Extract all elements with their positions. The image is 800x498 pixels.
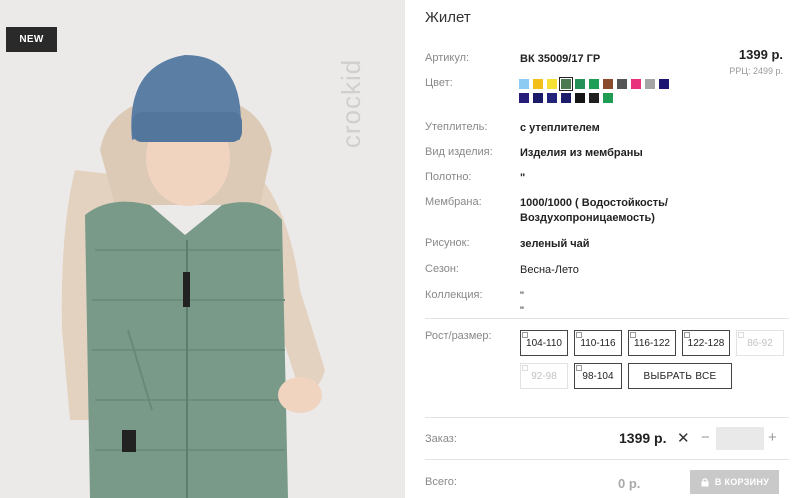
color-swatch[interactable] — [631, 79, 641, 89]
attribute-value: Изделия из мембраны — [520, 147, 643, 159]
order-label: Заказ: — [425, 433, 457, 445]
brand-name: crockid — [336, 58, 367, 149]
color-swatch[interactable] — [645, 79, 655, 89]
color-swatch[interactable] — [547, 79, 557, 89]
checkbox-icon — [684, 332, 690, 338]
product-title: Жилет — [425, 9, 471, 26]
color-swatch[interactable] — [603, 79, 613, 89]
attribute-value: " — [520, 290, 524, 302]
article-value: ВК 35009/17 ГР — [520, 53, 601, 65]
attribute-label: Мембрана: — [425, 196, 482, 208]
color-swatch[interactable] — [559, 77, 573, 91]
attribute-value-line2: " — [520, 305, 524, 317]
attribute-value: зеленый чай — [520, 238, 590, 250]
attribute-label: Утеплитель: — [425, 121, 488, 133]
size-option[interactable]: 104-110 — [520, 330, 568, 356]
color-swatch[interactable] — [519, 93, 529, 103]
size-label-text: 110-116 — [580, 337, 616, 349]
brand-logo: crockid — [335, 40, 395, 170]
product-price: 1399 р. — [738, 47, 783, 62]
total-label: Всего: — [425, 476, 457, 488]
product-photo: NEW crockid — [0, 0, 405, 498]
color-label: Цвет: — [425, 77, 453, 89]
attribute-value-line2: Воздухопроницаемость) — [520, 212, 655, 224]
attribute-value: Весна-Лето — [520, 264, 579, 276]
color-swatch[interactable] — [519, 79, 529, 89]
remove-icon[interactable]: ✕ — [677, 429, 690, 447]
select-all-button[interactable]: ВЫБРАТЬ ВСЕ — [628, 363, 732, 389]
size-label-text: 92-98 — [531, 370, 557, 382]
size-label-text: 122-128 — [687, 337, 725, 349]
size-label: Рост/размер: — [425, 330, 492, 342]
add-to-cart-label: В КОРЗИНУ — [714, 477, 770, 487]
rrp-price: РРЦ: 2499 р. — [729, 66, 783, 76]
color-swatch[interactable] — [547, 93, 557, 103]
lock-icon — [701, 478, 709, 487]
divider — [425, 318, 789, 319]
size-label-text: 104-110 — [526, 337, 562, 349]
color-swatch[interactable] — [575, 93, 585, 103]
color-swatches — [519, 77, 669, 103]
checkbox-icon — [576, 332, 582, 338]
attribute-label: Сезон: — [425, 263, 459, 275]
attribute-label: Полотно: — [425, 171, 472, 183]
attribute-value: с утеплителем — [520, 122, 600, 134]
total-value: 0 р. — [618, 476, 641, 491]
divider — [425, 459, 789, 460]
color-swatch[interactable] — [533, 93, 543, 103]
size-option[interactable]: 116-122 — [628, 330, 676, 356]
checkbox-icon — [522, 332, 528, 338]
color-swatch[interactable] — [617, 79, 627, 89]
size-option[interactable]: 110-116 — [574, 330, 622, 356]
color-swatch[interactable] — [575, 79, 585, 89]
attribute-label: Коллекция: — [425, 289, 483, 301]
color-swatch[interactable] — [589, 79, 599, 89]
decrement-button[interactable]: − — [701, 429, 710, 446]
size-option: 92-98 — [520, 363, 568, 389]
attribute-label: Вид изделия: — [425, 146, 493, 158]
attribute-value: 1000/1000 ( Водостойкость/ — [520, 197, 668, 209]
color-swatch[interactable] — [603, 93, 613, 103]
order-price: 1399 р. — [619, 430, 667, 446]
divider — [425, 417, 789, 418]
color-swatch[interactable] — [589, 93, 599, 103]
checkbox-icon — [630, 332, 636, 338]
checkbox-icon — [576, 365, 582, 371]
increment-button[interactable]: + — [768, 429, 777, 446]
quantity-input[interactable] — [716, 427, 764, 450]
size-option[interactable]: 122-128 — [682, 330, 730, 356]
article-label: Артикул: — [425, 52, 470, 64]
size-option: 86-92 — [736, 330, 784, 356]
color-swatch[interactable] — [659, 79, 669, 89]
size-label-text: 98-104 — [582, 370, 614, 382]
attribute-value: " — [520, 172, 526, 184]
size-label-text: 86-92 — [747, 337, 773, 349]
color-swatch[interactable] — [561, 93, 571, 103]
size-label-text: 116-122 — [634, 337, 670, 349]
checkbox-icon — [522, 365, 528, 371]
product-info: Жилет Артикул: ВК 35009/17 ГР 1399 р. РР… — [405, 0, 800, 498]
size-option[interactable]: 98-104 — [574, 363, 622, 389]
color-swatch[interactable] — [533, 79, 543, 89]
add-to-cart-button[interactable]: В КОРЗИНУ — [690, 470, 779, 494]
attribute-label: Рисунок: — [425, 237, 470, 249]
new-badge: NEW — [6, 27, 57, 52]
checkbox-icon — [738, 332, 744, 338]
